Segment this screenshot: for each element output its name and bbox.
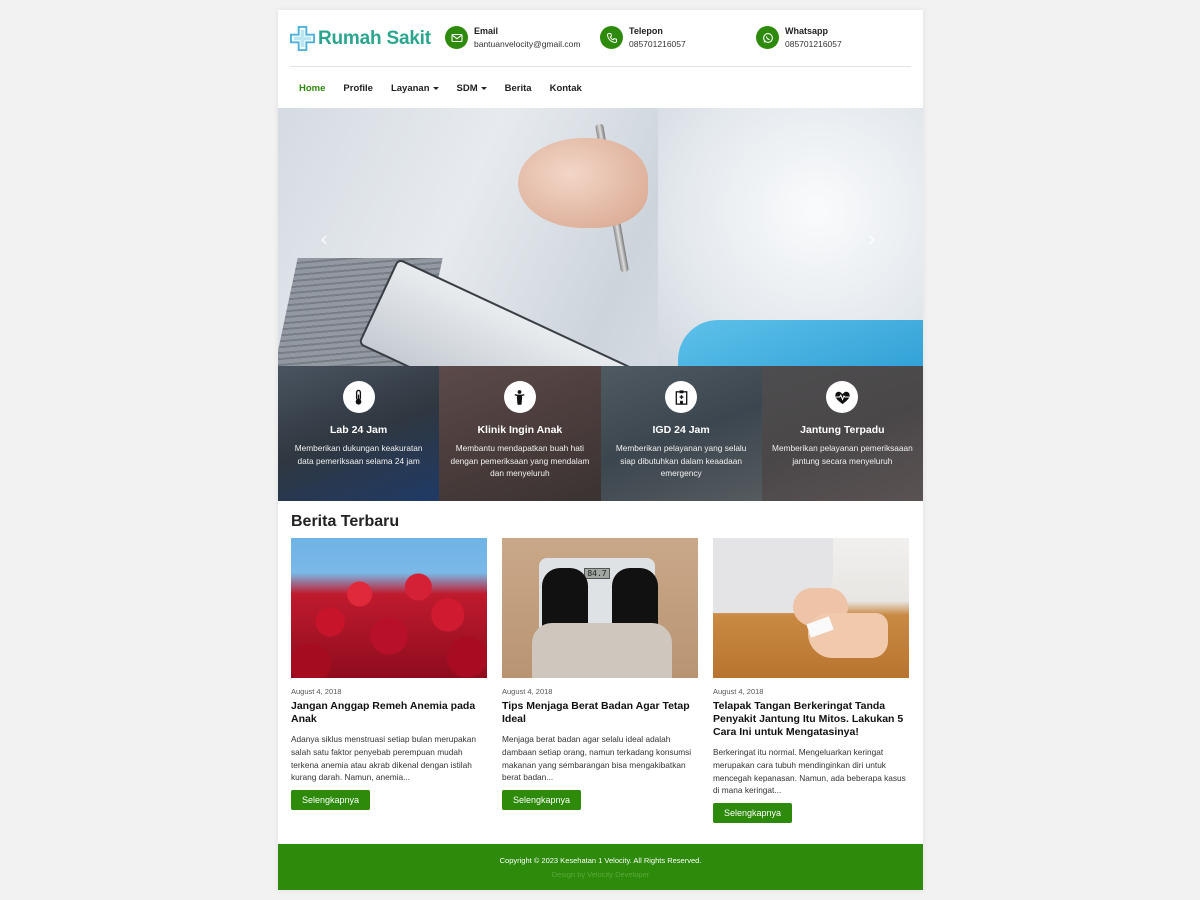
feature-title: Klinik Ingin Anak bbox=[477, 424, 563, 436]
nav-item-kontak[interactable]: Kontak bbox=[541, 83, 591, 94]
news-list: August 4, 2018 Jangan Anggap Remeh Anemi… bbox=[291, 538, 911, 824]
read-more-button[interactable]: Selengkapnya bbox=[502, 790, 582, 811]
hero-slider: ‹ › bbox=[278, 108, 923, 366]
news-date: August 4, 2018 bbox=[291, 687, 342, 696]
contact-phone-value[interactable]: 085701216057 bbox=[629, 38, 686, 50]
news-card: August 4, 2018 Telapak Tangan Berkeringa… bbox=[713, 538, 909, 824]
hospital-icon bbox=[665, 381, 698, 413]
pants-shape bbox=[532, 623, 672, 678]
contact-whatsapp-value[interactable]: 085701216057 bbox=[785, 38, 842, 50]
slider-prev-arrow-icon[interactable]: ‹ bbox=[320, 227, 328, 251]
hero-glove-shape bbox=[678, 320, 923, 366]
news-excerpt: Menjaga berat badan agar selalu ideal ad… bbox=[502, 734, 692, 783]
thermometer-icon bbox=[342, 381, 375, 413]
news-title[interactable]: Telapak Tangan Berkeringat Tanda Penyaki… bbox=[713, 700, 909, 739]
nav-item-layanan[interactable]: Layanan bbox=[382, 83, 448, 94]
news-title[interactable]: Jangan Anggap Remeh Anemia pada Anak bbox=[291, 700, 487, 726]
contact-whatsapp-label: Whatsapp bbox=[785, 26, 829, 36]
contact-email: Email bantuanvelocity@gmail.com bbox=[445, 25, 580, 50]
header-divider bbox=[290, 66, 911, 67]
news-heading: Berita Terbaru bbox=[291, 513, 400, 530]
logo-text: Rumah Sakit bbox=[318, 27, 431, 49]
contact-whatsapp: Whatsapp 085701216057 bbox=[756, 25, 842, 50]
feature-card[interactable]: Klinik Ingin Anak Membantu mendapatkan b… bbox=[439, 366, 601, 501]
feature-row: Lab 24 Jam Memberikan dukungan keakurata… bbox=[278, 366, 923, 501]
feature-card[interactable]: Jantung Terpadu Memberikan pelayanan pem… bbox=[761, 366, 923, 501]
news-card: August 4, 2018 Jangan Anggap Remeh Anemi… bbox=[291, 538, 487, 823]
news-card: 84.7 August 4, 2018 Tips Menjaga Berat B… bbox=[502, 538, 698, 823]
nav-item-sdm[interactable]: SDM bbox=[448, 83, 496, 94]
mail-icon bbox=[445, 26, 468, 49]
contact-phone: Telepon 085701216057 bbox=[600, 25, 686, 50]
news-thumbnail-hands[interactable] bbox=[713, 538, 909, 678]
news-date: August 4, 2018 bbox=[713, 687, 764, 696]
header: Rumah Sakit Email bantuanvelocity@gmail.… bbox=[278, 10, 923, 67]
phone-icon bbox=[600, 26, 623, 49]
nav-layanan-label: Layanan bbox=[390, 82, 430, 94]
news-excerpt: Adanya siklus menstruasi setiap bulan me… bbox=[291, 734, 476, 783]
nav-profile-label: Profile bbox=[343, 82, 373, 94]
feature-title: Lab 24 Jam bbox=[330, 424, 388, 436]
feature-title: IGD 24 Jam bbox=[652, 424, 710, 436]
main-nav: Home Profile Layanan SDM Berita Kontak bbox=[290, 77, 591, 99]
feature-desc: Membantu mendapatkan buah hati dengan pe… bbox=[450, 443, 590, 478]
nav-item-profile[interactable]: Profile bbox=[334, 83, 382, 94]
caret-down-icon bbox=[432, 86, 439, 90]
nav-kontak-label: Kontak bbox=[549, 82, 582, 94]
heartbeat-icon bbox=[826, 381, 859, 413]
footer-copyright: Copyright © 2023 Kesehatan 1 Velocity. A… bbox=[499, 856, 702, 865]
footer: Copyright © 2023 Kesehatan 1 Velocity. A… bbox=[278, 844, 923, 890]
slider-next-arrow-icon[interactable]: › bbox=[868, 227, 876, 251]
feature-desc: Memberikan dukungan keakuratan data peme… bbox=[294, 443, 423, 466]
caret-down-icon bbox=[480, 86, 487, 90]
nav-sdm-label: SDM bbox=[456, 82, 478, 94]
news-thumbnail-blood-cells[interactable] bbox=[291, 538, 487, 678]
news-excerpt: Berkeringat itu normal. Mengeluarkan ker… bbox=[713, 747, 906, 796]
page-container: Rumah Sakit Email bantuanvelocity@gmail.… bbox=[278, 10, 923, 890]
scale-display: 84.7 bbox=[584, 568, 610, 579]
read-more-button[interactable]: Selengkapnya bbox=[713, 803, 793, 824]
site-logo[interactable]: Rumah Sakit bbox=[290, 26, 431, 51]
nav-home-label: Home bbox=[299, 82, 326, 94]
feature-desc: Memberikan pelayanan yang selalu siap di… bbox=[615, 443, 747, 478]
feature-title: Jantung Terpadu bbox=[800, 424, 885, 436]
whatsapp-icon bbox=[756, 26, 779, 49]
nav-item-home[interactable]: Home bbox=[290, 83, 334, 94]
news-thumbnail-scale[interactable]: 84.7 bbox=[502, 538, 698, 678]
nav-item-berita[interactable]: Berita bbox=[496, 83, 541, 94]
news-date: August 4, 2018 bbox=[502, 687, 553, 696]
hero-hand-shape bbox=[518, 138, 648, 228]
contact-email-value[interactable]: bantuanvelocity@gmail.com bbox=[474, 38, 580, 50]
medical-cross-icon bbox=[290, 26, 315, 51]
contact-email-label: Email bbox=[474, 26, 499, 36]
footer-credit[interactable]: Design by Velocity Developer bbox=[278, 870, 923, 879]
news-title[interactable]: Tips Menjaga Berat Badan Agar Tetap Idea… bbox=[502, 700, 698, 726]
read-more-button[interactable]: Selengkapnya bbox=[291, 790, 371, 811]
nav-berita-label: Berita bbox=[504, 82, 532, 94]
contact-phone-label: Telepon bbox=[629, 26, 663, 36]
feature-desc: Memberikan pelayanan pemeriksaaan jantun… bbox=[772, 443, 913, 466]
child-icon bbox=[503, 381, 536, 413]
feature-card[interactable]: IGD 24 Jam Memberikan pelayanan yang sel… bbox=[600, 366, 762, 501]
feature-card[interactable]: Lab 24 Jam Memberikan dukungan keakurata… bbox=[278, 366, 440, 501]
